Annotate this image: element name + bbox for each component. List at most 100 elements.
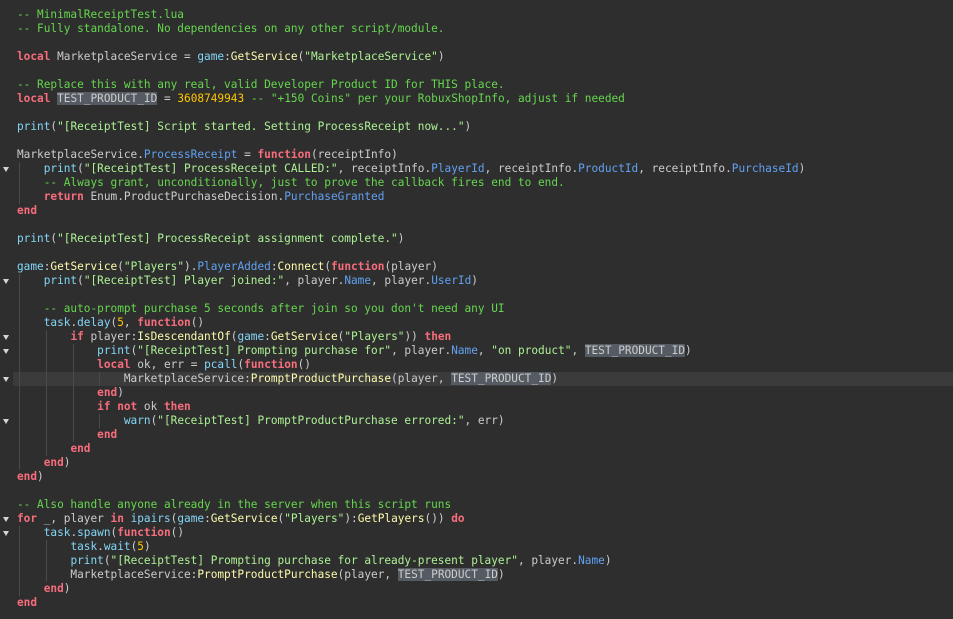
code-token: ok [137, 400, 164, 413]
code-token: : [270, 260, 278, 273]
code-token: , [284, 274, 291, 287]
code-line[interactable]: if player:IsDescendantOf(game:GetService… [13, 330, 953, 344]
code-line[interactable]: print("[ReceiptTest] Script started. Set… [13, 120, 953, 134]
fold-arrow-icon[interactable] [3, 279, 9, 284]
code-line[interactable]: print("[ReceiptTest] ProcessReceipt CALL… [13, 162, 953, 176]
code-line[interactable]: MarketplaceService:PromptProductPurchase… [13, 372, 953, 386]
code-line[interactable]: -- Also handle anyone already in the ser… [13, 498, 953, 512]
code-line[interactable]: print("[ReceiptTest] Prompting purchase … [13, 554, 953, 568]
code-line[interactable]: end [13, 442, 953, 456]
fold-arrow-icon[interactable] [3, 531, 9, 536]
code-line[interactable]: task.wait(5) [13, 540, 953, 554]
code-token: player [290, 274, 338, 287]
code-token: GetService [50, 260, 118, 273]
fold-arrow-icon[interactable] [3, 517, 9, 522]
code-line[interactable]: end [13, 204, 953, 218]
code-line[interactable]: print("[ReceiptTest] Prompting purchase … [13, 344, 953, 358]
code-line[interactable] [13, 218, 953, 232]
fold-arrow-icon[interactable] [3, 377, 9, 382]
code-token: "[ReceiptTest] Prompting purchase for al… [110, 554, 518, 567]
code-line[interactable]: -- Always grant, unconditionally, just t… [13, 176, 953, 190]
code-line[interactable]: end) [13, 386, 953, 400]
code-line[interactable]: -- Replace this with any real, valid Dev… [13, 78, 953, 92]
code-line[interactable]: for _, player in ipairs(game:GetService(… [13, 512, 953, 526]
code-line[interactable]: end) [13, 456, 953, 470]
code-line[interactable]: print("[ReceiptTest] Player joined:", pl… [13, 274, 953, 288]
code-token: () [190, 316, 205, 329]
code-line-text: task.wait(5) [17, 540, 150, 554]
code-token: end [97, 386, 118, 399]
code-line[interactable]: print("[ReceiptTest] ProcessReceipt assi… [13, 232, 953, 246]
code-token: warn [123, 414, 151, 427]
code-line[interactable]: -- Fully standalone. No dependencies on … [13, 22, 953, 36]
code-line[interactable]: warn("[ReceiptTest] PromptProductPurchas… [13, 414, 953, 428]
code-line-text: MarketplaceService:PromptProductPurchase… [17, 568, 505, 582]
fold-arrow-icon[interactable] [3, 349, 9, 354]
code-line[interactable]: -- auto-prompt purchase 5 seconds after … [13, 302, 953, 316]
code-token: "MarketplaceService" [304, 50, 438, 63]
code-line[interactable]: if not ok then [13, 400, 953, 414]
code-token: GetPlayers [357, 512, 425, 525]
code-token: , [638, 162, 645, 175]
code-line[interactable] [13, 106, 953, 120]
code-token: for [17, 512, 38, 525]
code-line[interactable]: MarketplaceService.ProcessReceipt = func… [13, 148, 953, 162]
code-token: then [424, 330, 452, 343]
code-line[interactable] [13, 288, 953, 302]
code-line[interactable] [13, 64, 953, 78]
code-token: err [157, 358, 191, 371]
code-token: do [451, 512, 465, 525]
code-line[interactable]: end [13, 428, 953, 442]
code-line[interactable] [13, 484, 953, 498]
code-token: ). [184, 260, 198, 273]
code-line[interactable]: local MarketplaceService = game:GetServi… [13, 50, 953, 64]
code-token: -- Fully standalone. No dependencies on … [17, 22, 445, 35]
fold-arrow-icon[interactable] [3, 167, 9, 172]
code-token: MarketplaceService [17, 568, 191, 581]
code-line-text: end) [17, 386, 124, 400]
code-line[interactable] [13, 36, 953, 50]
code-line[interactable]: task.delay(5, function() [13, 316, 953, 330]
code-line-text: -- Fully standalone. No dependencies on … [17, 22, 444, 36]
code-line[interactable]: return Enum.ProductPurchaseDecision.Purc… [13, 190, 953, 204]
code-line-text: task.spawn(function() [17, 526, 184, 540]
code-line[interactable] [13, 134, 953, 148]
code-line[interactable] [13, 246, 953, 260]
code-token: ProductId [578, 162, 639, 175]
code-line-text: print("[ReceiptTest] Prompting purchase … [17, 554, 611, 568]
code-token: player [391, 260, 432, 273]
code-line[interactable]: local ok, err = pcall(function() [13, 358, 953, 372]
code-line-text: end [17, 442, 90, 456]
code-area[interactable]: -- MinimalReceiptTest.lua -- Fully standa… [13, 0, 953, 619]
code-editor[interactable]: -- MinimalReceiptTest.lua -- Fully standa… [0, 0, 953, 619]
code-token: print [97, 344, 131, 357]
code-line[interactable]: end [13, 596, 953, 610]
fold-arrow-icon[interactable] [3, 335, 9, 340]
code-line[interactable]: local TEST_PRODUCT_ID = 3608749943 -- "+… [13, 92, 953, 106]
code-token: ) [497, 568, 505, 581]
code-token: then [163, 400, 191, 413]
code-line-text: warn("[ReceiptTest] PromptProductPurchas… [17, 414, 505, 428]
code-token: -- Also handle anyone already in the ser… [17, 498, 452, 511]
code-token: local [17, 92, 51, 105]
fold-arrow-icon[interactable] [3, 419, 9, 424]
code-token: GetService [210, 512, 278, 525]
code-line[interactable]: game:GetService("Players").PlayerAdded:C… [13, 260, 953, 274]
code-line[interactable]: MarketplaceService:PromptProductPurchase… [13, 568, 953, 582]
code-token: game [237, 330, 265, 343]
code-token: Connect [277, 260, 325, 273]
code-token: player [83, 330, 131, 343]
code-token: -- auto-prompt purchase 5 seconds after … [43, 302, 505, 315]
code-token: print [43, 162, 78, 175]
code-line[interactable]: end) [13, 470, 953, 484]
code-line[interactable]: task.spawn(function() [13, 526, 953, 540]
code-line[interactable]: end) [13, 582, 953, 596]
code-token: : [204, 512, 211, 525]
code-line[interactable]: -- MinimalReceiptTest.lua [13, 8, 953, 22]
code-token: ) [551, 372, 559, 385]
